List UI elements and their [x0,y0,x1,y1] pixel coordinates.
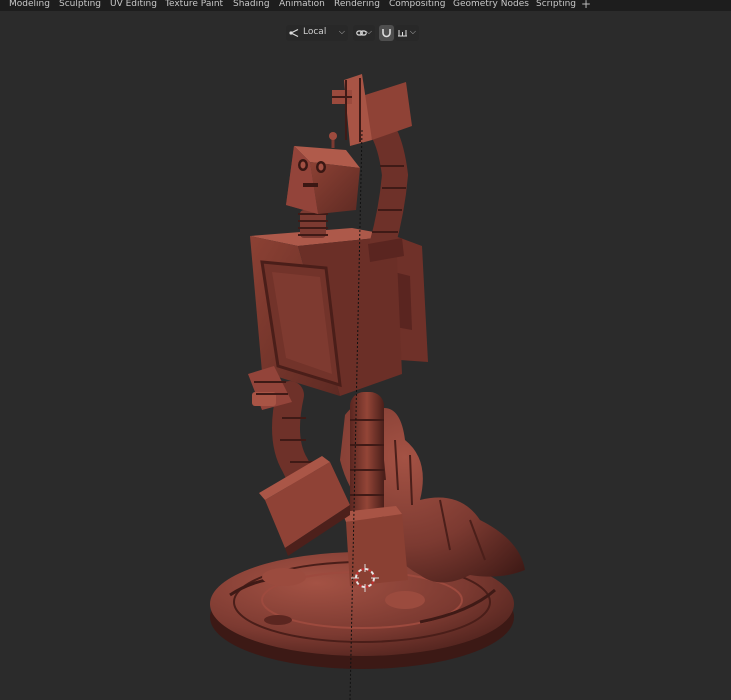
tab-shading[interactable]: Shading [233,0,270,11]
tab-uv-editing[interactable]: UV Editing [110,0,157,11]
tab-modeling[interactable]: Modeling [9,0,50,11]
tab-compositing[interactable]: Compositing [389,0,445,11]
3d-cursor-icon[interactable] [351,564,379,592]
tab-texture-paint[interactable]: Texture Paint [165,0,223,11]
add-workspace-button[interactable]: + [581,0,591,11]
robot-sculpt-model[interactable] [0,11,731,700]
workspace-tab-bar: Modeling Sculpting UV Editing Texture Pa… [0,0,731,11]
3d-viewport[interactable]: Local ⌵ ⌵ ⌵ [0,11,731,700]
tab-geometry-nodes[interactable]: Geometry Nodes [453,0,529,11]
tab-sculpting[interactable]: Sculpting [59,0,101,11]
tab-rendering[interactable]: Rendering [334,0,380,11]
tab-scripting[interactable]: Scripting [536,0,576,11]
tab-animation[interactable]: Animation [279,0,325,11]
